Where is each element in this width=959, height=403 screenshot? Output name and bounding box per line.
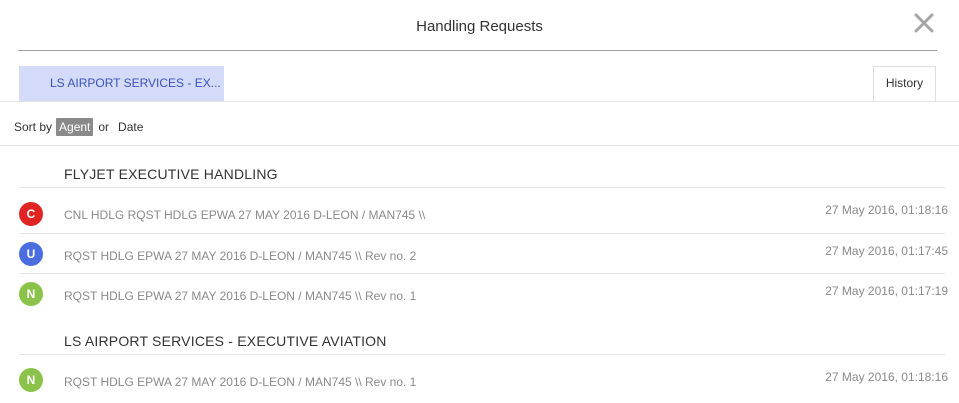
sort-by-date-button[interactable]: Date xyxy=(118,120,143,134)
sort-divider xyxy=(0,145,959,146)
dialog-title: Handling Requests xyxy=(416,18,543,35)
request-timestamp: 27 May 2016, 01:17:19 xyxy=(825,284,948,298)
request-row[interactable]: U RQST HDLG EPWA 27 MAY 2016 D-LEON / MA… xyxy=(19,234,948,274)
tab-agent[interactable]: LS AIRPORT SERVICES - EX... xyxy=(19,66,224,101)
request-message: RQST HDLG EPWA 27 MAY 2016 D-LEON / MAN7… xyxy=(64,289,417,303)
request-message: RQST HDLG EPWA 27 MAY 2016 D-LEON / MAN7… xyxy=(64,375,417,389)
sort-or-label: or xyxy=(98,120,110,134)
tab-divider xyxy=(0,101,959,102)
status-badge-n: N xyxy=(19,368,43,392)
dialog-header: Handling Requests xyxy=(0,0,959,52)
group-title: FLYJET EXECUTIVE HANDLING xyxy=(64,166,278,182)
close-icon[interactable] xyxy=(911,10,937,36)
request-timestamp: 27 May 2016, 01:18:16 xyxy=(825,203,948,217)
request-row[interactable]: N RQST HDLG EPWA 27 MAY 2016 D-LEON / MA… xyxy=(19,274,948,314)
sort-by-agent-button[interactable]: Agent xyxy=(56,118,94,136)
request-message: RQST HDLG EPWA 27 MAY 2016 D-LEON / MAN7… xyxy=(64,249,417,263)
sort-bar: Sort by Agent or Date xyxy=(14,117,143,137)
request-row[interactable]: N RQST HDLG EPWA 27 MAY 2016 D-LEON / MA… xyxy=(19,360,948,400)
request-timestamp: 27 May 2016, 01:17:45 xyxy=(825,244,948,258)
request-message: CNL HDLG RQST HDLG EPWA 27 MAY 2016 D-LE… xyxy=(64,208,426,222)
group-divider xyxy=(19,187,945,188)
group-title: LS AIRPORT SERVICES - EXECUTIVE AVIATION xyxy=(64,333,387,349)
request-row[interactable]: C CNL HDLG RQST HDLG EPWA 27 MAY 2016 D-… xyxy=(19,194,948,234)
group-divider xyxy=(19,354,945,355)
status-badge-c: C xyxy=(19,202,43,226)
tab-bar: LS AIRPORT SERVICES - EX... History xyxy=(0,51,959,102)
request-timestamp: 27 May 2016, 01:18:16 xyxy=(825,370,948,384)
tab-history[interactable]: History xyxy=(873,66,936,101)
sort-label: Sort by xyxy=(14,120,53,134)
status-badge-n: N xyxy=(19,282,43,306)
status-badge-u: U xyxy=(19,242,43,266)
